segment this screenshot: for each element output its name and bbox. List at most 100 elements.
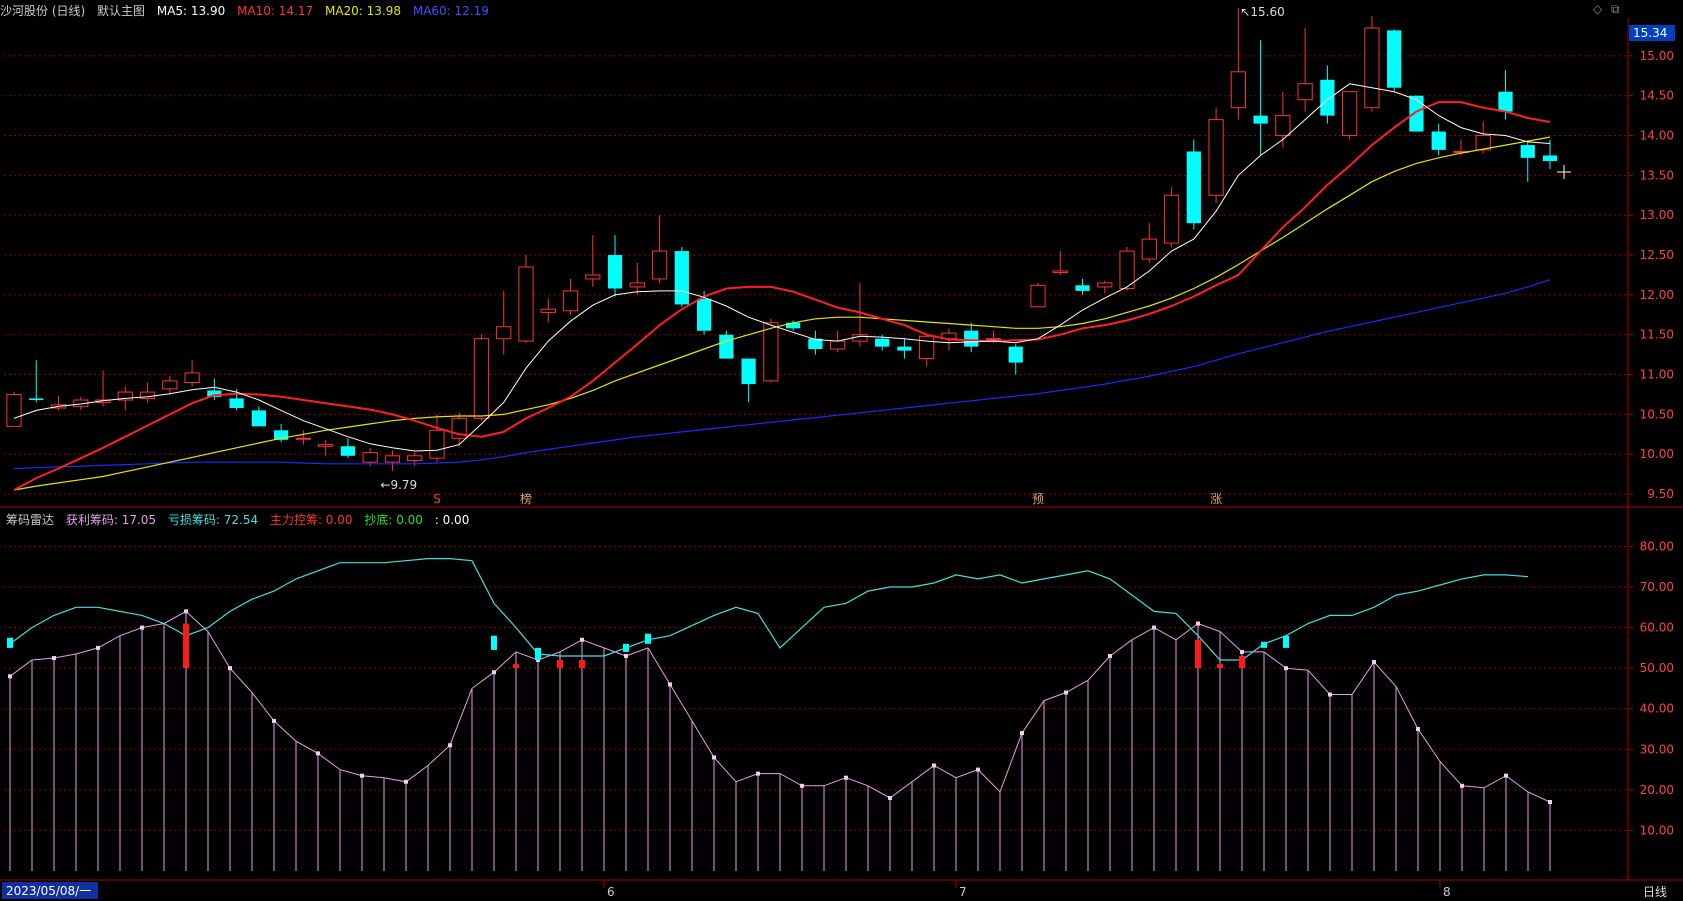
candle-body-up [1275, 115, 1291, 137]
profit-dot [976, 767, 980, 772]
candle-body-down [719, 334, 734, 359]
profit-dot [184, 609, 188, 614]
main-control-value: 主力控筹: 0.00 [269, 513, 353, 527]
candle-body-up [318, 444, 334, 447]
event-marker-2: 预 [1032, 492, 1044, 506]
candle-body-up [1208, 119, 1224, 196]
candle-body-down [1186, 151, 1201, 224]
candle-body-down [696, 298, 712, 331]
stock-title[interactable]: 沙河股份 (日线) [0, 4, 85, 18]
profit-dot [800, 783, 804, 788]
candle-body-down [1409, 95, 1424, 132]
main-y-tick-label: 12.50 [1640, 248, 1674, 262]
profit-dot [1548, 800, 1552, 805]
signal-bar-cyan [1261, 641, 1267, 648]
ma20-line [13, 136, 1551, 491]
candle-body-down [1253, 115, 1268, 124]
event-marker-0: S [433, 492, 441, 506]
ma20-value: MA20: 13.98 [324, 4, 402, 18]
sub-y-tick-label: 30.00 [1640, 742, 1674, 756]
indicator-name[interactable]: 筹码雷达 [6, 513, 54, 527]
diamond-icon[interactable]: ◇ [1593, 2, 1602, 16]
candle-body-up [184, 372, 200, 384]
candle-body-up [540, 308, 556, 313]
profit-dot [1328, 692, 1332, 697]
candle-body-up [1342, 91, 1358, 137]
candle-body-up [384, 455, 401, 463]
profit-dot [1416, 727, 1420, 732]
main-chart-label[interactable]: 默认主图 [97, 4, 145, 18]
profit-dot [228, 666, 232, 671]
candle-body-up [1297, 83, 1313, 101]
candle-body-up [919, 335, 935, 360]
bottom-fishing-value: 抄底: 0.00 [364, 513, 423, 527]
month-label: 8 [1443, 885, 1451, 899]
chart-canvas: 9.50 10.00 10.50 11.00 11.50 12.00 12.50 13.00 1… [0, 5, 1683, 899]
candle-body-up [1163, 194, 1180, 244]
current-date-label: 2023/05/08/一 [6, 884, 91, 898]
main-y-tick-label: 13.00 [1640, 208, 1674, 222]
candle-body-up [985, 338, 1002, 341]
period-label: 日线 [1643, 885, 1667, 899]
candle-body-up [429, 429, 445, 459]
profit-dot [580, 637, 584, 642]
candle-body-up [6, 393, 22, 427]
candle-body-down [1387, 30, 1402, 88]
profit-dot [1152, 625, 1156, 630]
candle-body-up [496, 326, 512, 340]
candle-body-up [629, 282, 645, 288]
profit-dot [756, 771, 760, 776]
candle-body-down [741, 358, 756, 385]
candle-body-up [1141, 238, 1157, 260]
signal-bar-red [1217, 664, 1223, 669]
candle-body-down [229, 398, 244, 408]
profit-dot [888, 795, 892, 800]
profit-dot [1284, 666, 1288, 671]
loss-chip-line [9, 557, 1529, 661]
sub-y-tick-label: 50.00 [1640, 661, 1674, 675]
candle-body-up [162, 380, 178, 390]
profit-dot [1020, 731, 1024, 736]
candle-body-up [1364, 27, 1380, 109]
candle-body-down [1008, 346, 1023, 363]
signal-bar-cyan [1283, 635, 1289, 648]
sub-y-tick-label: 40.00 [1640, 702, 1674, 716]
candle-body-up [1030, 284, 1046, 308]
ma10-line [13, 101, 1551, 491]
candle-body-up [362, 452, 378, 463]
ma60-value: MA60: 12.19 [412, 4, 489, 18]
sub-y-tick-label: 60.00 [1640, 621, 1674, 635]
restore-window-icon[interactable]: ⧉ [1611, 2, 1620, 17]
candle-body-up [1230, 71, 1246, 109]
profit-dot [1108, 653, 1112, 658]
candle-body-down [251, 410, 266, 427]
blank-value: : 0.00 [434, 513, 470, 527]
candle-body-down [1498, 91, 1513, 112]
profit-dot [932, 763, 936, 768]
ma5-value: MA5: 13.90 [156, 4, 226, 18]
candle-body-up [763, 322, 779, 382]
event-marker-3: 涨 [1210, 491, 1222, 506]
profit-dot [316, 751, 320, 756]
main-y-tick-label: 11.50 [1640, 328, 1674, 342]
profit-dot [272, 718, 276, 723]
candle-body-down [1431, 131, 1446, 150]
candle-body-down [607, 255, 623, 289]
profit-dot [712, 755, 716, 760]
current-price-label: 15.34 [1633, 26, 1667, 40]
candle-body-up [295, 437, 312, 440]
profit-dot [1504, 773, 1508, 778]
profit-dot [96, 645, 100, 650]
profit-dot [668, 682, 672, 687]
profit-dot [1240, 649, 1244, 654]
event-marker-1: 榜 [520, 491, 532, 506]
candle-body-up [562, 290, 579, 312]
signal-bar-cyan [491, 635, 497, 650]
main-y-tick-label: 11.00 [1640, 368, 1674, 382]
main-y-tick-label: 13.50 [1640, 168, 1674, 182]
main-y-tick-label: 10.50 [1640, 407, 1674, 421]
candle-body-up [585, 274, 601, 280]
main-y-tick-label: 14.50 [1640, 89, 1674, 103]
candle-body-down [1520, 145, 1535, 158]
main-y-tick-label: 9.50 [1647, 487, 1674, 501]
